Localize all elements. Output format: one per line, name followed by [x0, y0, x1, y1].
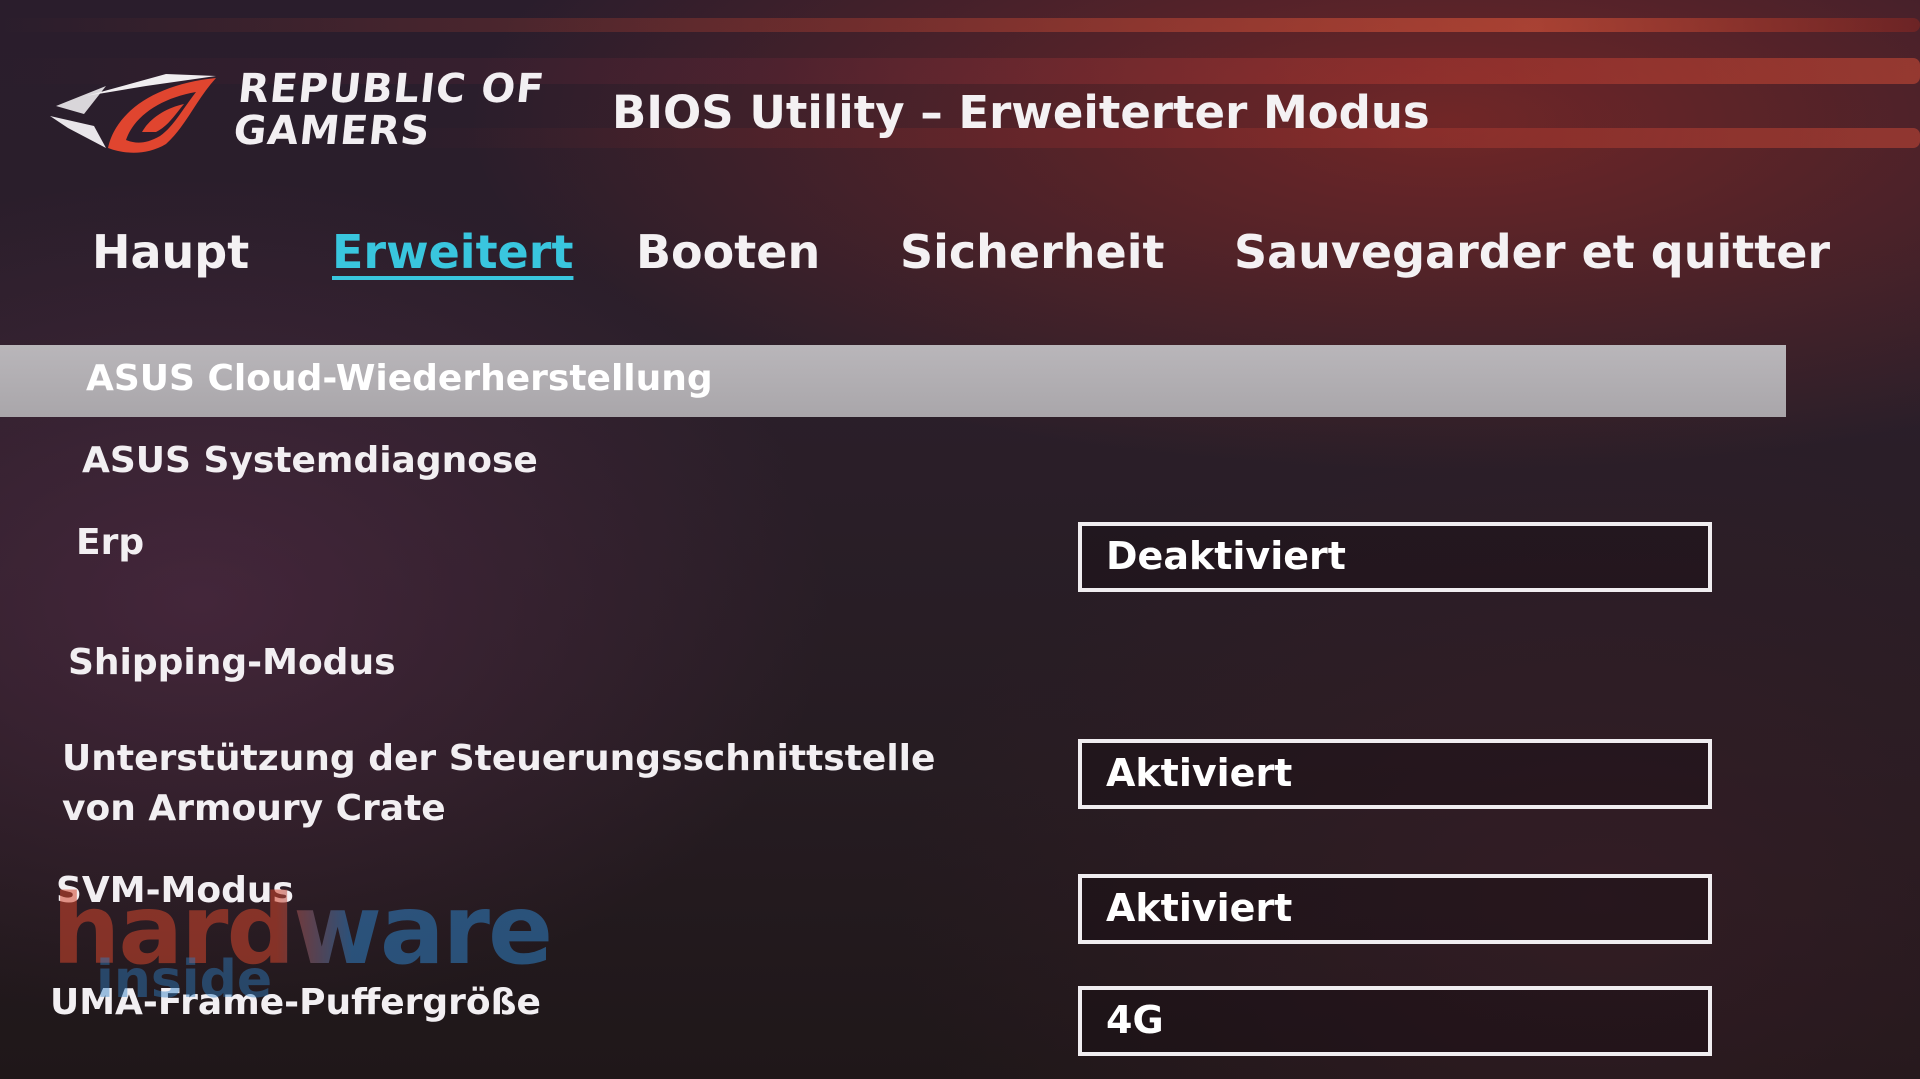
uma-frame-buffer-value: 4G: [1106, 998, 1164, 1042]
app-title: BIOS Utility – Erweiterter Modus: [612, 86, 1430, 139]
watermark-sub-text: inside: [96, 950, 273, 1010]
tab-haupt[interactable]: Haupt: [92, 225, 249, 279]
erp-value-dropdown[interactable]: Deaktiviert: [1078, 522, 1712, 592]
svm-mode-value-dropdown[interactable]: Aktiviert: [1078, 874, 1712, 944]
uma-frame-buffer-value-dropdown[interactable]: 4G: [1078, 986, 1712, 1056]
tab-sicherheit[interactable]: Sicherheit: [900, 225, 1165, 279]
brand-line-1: REPUBLIC OF: [235, 66, 548, 112]
header: REPUBLIC OF GAMERS BIOS Utility – Erweit…: [0, 0, 1920, 200]
setting-asus-cloud-recovery[interactable]: ASUS Cloud-Wiederherstellung: [86, 358, 713, 399]
setting-erp-label: Erp: [76, 522, 145, 563]
rog-eye-logo-icon: [50, 74, 216, 153]
hardware-inside-watermark: hardware inside: [52, 880, 572, 1010]
armoury-crate-value: Aktiviert: [1106, 751, 1293, 795]
setting-asus-system-diagnosis[interactable]: ASUS Systemdiagnose: [82, 440, 538, 481]
tab-erweitert[interactable]: Erweitert: [332, 225, 573, 279]
setting-armoury-crate-label: Unterstützung der Steuerungsschnittstell…: [62, 738, 936, 829]
tab-sauvegarder-et-quitter[interactable]: Sauvegarder et quitter: [1234, 225, 1830, 279]
armoury-crate-value-dropdown[interactable]: Aktiviert: [1078, 739, 1712, 809]
svm-mode-value: Aktiviert: [1106, 886, 1293, 930]
brand-wordmark: REPUBLIC OF GAMERS: [231, 66, 548, 154]
erp-value: Deaktiviert: [1106, 534, 1346, 578]
tab-bar: Haupt Erweitert Booten Sicherheit Sauveg…: [0, 225, 1920, 305]
tab-booten[interactable]: Booten: [636, 225, 820, 279]
brand-line-2: GAMERS: [231, 108, 433, 154]
setting-shipping-mode[interactable]: Shipping-Modus: [68, 642, 396, 683]
